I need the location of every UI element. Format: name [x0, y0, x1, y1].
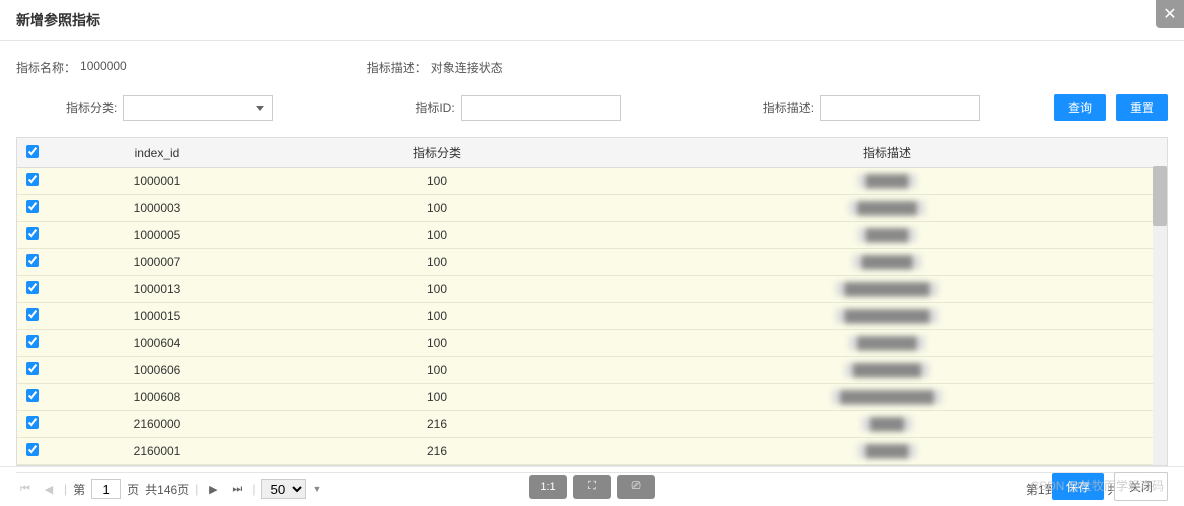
row-checkbox[interactable]: [26, 389, 39, 402]
table-row[interactable]: 2160000 216 ████: [17, 411, 1167, 438]
row-checkbox[interactable]: [26, 173, 39, 186]
cell-desc: ██████: [607, 249, 1167, 276]
table-row[interactable]: 1000001 100 █████: [17, 168, 1167, 195]
table-row[interactable]: 1000608 100 ███████████: [17, 384, 1167, 411]
filter-bar: 指标分类: 指标ID: 指标描述: 查询 重置: [0, 86, 1184, 137]
cell-category: 100: [267, 384, 607, 411]
col-desc: 指标描述: [607, 138, 1167, 168]
row-checkbox[interactable]: [26, 416, 39, 429]
cell-desc: █████: [607, 438, 1167, 465]
desc-value: 对象连接状态: [431, 59, 503, 76]
data-table: index_id 指标分类 指标描述 1000001 100 █████ 100…: [17, 138, 1167, 465]
close-icon: ✕: [1163, 4, 1176, 24]
cell-desc: ████████: [607, 357, 1167, 384]
row-checkbox[interactable]: [26, 254, 39, 267]
table-row[interactable]: 1000007 100 ██████: [17, 249, 1167, 276]
fit-screen-button[interactable]: ⛶: [573, 475, 611, 499]
scrollbar-thumb[interactable]: [1153, 166, 1167, 226]
watermark: CSDN @社牧而学轻声码: [1030, 477, 1164, 494]
name-label: 指标名称：: [16, 59, 76, 76]
scrollbar-track[interactable]: [1153, 166, 1167, 465]
query-button[interactable]: 查询: [1054, 94, 1106, 121]
dialog-title: 新增参照指标: [16, 10, 100, 30]
row-checkbox[interactable]: [26, 281, 39, 294]
cell-desc: █████: [607, 222, 1167, 249]
select-all-checkbox[interactable]: [26, 145, 39, 158]
cell-index-id: 1000015: [47, 303, 267, 330]
cell-category: 216: [267, 438, 607, 465]
screen-icon: ⎚: [632, 480, 641, 493]
screen-tool-button[interactable]: ⎚: [617, 475, 655, 499]
filter-category-label: 指标分类:: [66, 99, 117, 116]
info-row: 指标名称： 1000000 指标描述： 对象连接状态: [0, 41, 1184, 86]
reset-button[interactable]: 重置: [1116, 94, 1168, 121]
close-button[interactable]: ✕: [1156, 0, 1184, 28]
cell-index-id: 2160001: [47, 438, 267, 465]
cell-category: 100: [267, 249, 607, 276]
row-checkbox[interactable]: [26, 200, 39, 213]
cell-index-id: 1000608: [47, 384, 267, 411]
zoom-ratio-button[interactable]: 1:1: [529, 475, 567, 499]
cell-desc: █████: [607, 168, 1167, 195]
cell-category: 100: [267, 195, 607, 222]
cell-index-id: 1000007: [47, 249, 267, 276]
table-row[interactable]: 1000606 100 ████████: [17, 357, 1167, 384]
cell-desc: ████: [607, 411, 1167, 438]
row-checkbox[interactable]: [26, 308, 39, 321]
desc-label: 指标描述：: [367, 59, 427, 76]
cell-index-id: 1000013: [47, 276, 267, 303]
cell-desc: ██████████: [607, 303, 1167, 330]
filter-desc-input[interactable]: [820, 95, 980, 121]
filter-desc-label: 指标描述:: [763, 99, 814, 116]
table-container: index_id 指标分类 指标描述 1000001 100 █████ 100…: [16, 137, 1168, 466]
row-checkbox[interactable]: [26, 227, 39, 240]
dialog-footer: 1:1 ⛶ ⎚ 保存 关闭: [0, 466, 1184, 506]
cell-desc: ███████████: [607, 384, 1167, 411]
table-row[interactable]: 1000003 100 ███████: [17, 195, 1167, 222]
table-row[interactable]: 1000005 100 █████: [17, 222, 1167, 249]
row-checkbox[interactable]: [26, 335, 39, 348]
filter-category-select[interactable]: [123, 95, 273, 121]
filter-id-input[interactable]: [461, 95, 621, 121]
table-row[interactable]: 1000015 100 ██████████: [17, 303, 1167, 330]
cell-category: 100: [267, 357, 607, 384]
cell-desc: ███████: [607, 330, 1167, 357]
table-row[interactable]: 2160001 216 █████: [17, 438, 1167, 465]
col-category: 指标分类: [267, 138, 607, 168]
cell-category: 216: [267, 411, 607, 438]
table-row[interactable]: 1000604 100 ███████: [17, 330, 1167, 357]
cell-index-id: 1000606: [47, 357, 267, 384]
cell-index-id: 1000604: [47, 330, 267, 357]
cell-index-id: 1000003: [47, 195, 267, 222]
cell-desc: ██████████: [607, 276, 1167, 303]
cell-category: 100: [267, 330, 607, 357]
cell-category: 100: [267, 168, 607, 195]
cell-index-id: 1000005: [47, 222, 267, 249]
filter-id-label: 指标ID:: [415, 99, 454, 116]
cell-category: 100: [267, 276, 607, 303]
col-index-id: index_id: [47, 138, 267, 168]
fit-icon: ⛶: [588, 480, 596, 493]
cell-category: 100: [267, 303, 607, 330]
table-row[interactable]: 1000013 100 ██████████: [17, 276, 1167, 303]
row-checkbox[interactable]: [26, 443, 39, 456]
cell-desc: ███████: [607, 195, 1167, 222]
cell-category: 100: [267, 222, 607, 249]
name-value: 1000000: [80, 59, 127, 76]
cell-index-id: 1000001: [47, 168, 267, 195]
cell-index-id: 2160000: [47, 411, 267, 438]
row-checkbox[interactable]: [26, 362, 39, 375]
